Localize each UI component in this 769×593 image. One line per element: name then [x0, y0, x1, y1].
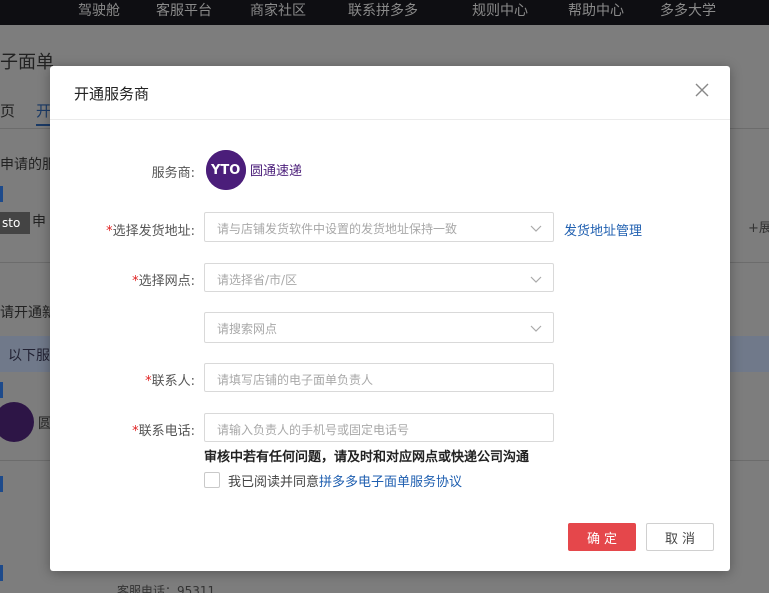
section-marker [0, 186, 3, 202]
ship-address-placeholder: 请与店铺发货软件中设置的发货地址保持一致 [217, 222, 458, 236]
ship-address-label: *选择发货地址: [106, 224, 195, 239]
top-navigation-bar: 驾驶舱 客服平台 商家社区 联系拼多多 规则中心 帮助中心 多多大学 [0, 0, 769, 25]
section-marker [0, 476, 3, 492]
outlet-label: *选择网点: [132, 274, 195, 289]
chevron-down-icon [530, 325, 542, 332]
region-select[interactable]: 请选择省/市/区 [204, 263, 554, 292]
phone-placeholder: 请输入负责人的手机号或固定电话号 [217, 423, 410, 437]
tab-left[interactable]: 页 [0, 100, 15, 121]
contact-input[interactable]: 请填写店铺的电子面单负责人 [204, 363, 554, 392]
confirm-button[interactable]: 确定 [568, 523, 636, 551]
contact-label: *联系人: [145, 374, 195, 389]
close-icon[interactable] [694, 82, 710, 98]
yto-logo: YTO [206, 150, 246, 190]
section-heading-open: 请开通新 [0, 305, 56, 321]
expand-link[interactable]: +展 [748, 217, 769, 236]
section-heading-applied: 申请的服 [0, 157, 56, 173]
chevron-down-icon [530, 225, 542, 232]
region-placeholder: 请选择省/市/区 [217, 273, 298, 287]
nav-item[interactable]: 规则中心 [472, 0, 528, 25]
agreement-link[interactable]: 拼多多电子面单服务协议 [319, 475, 462, 490]
provider-label: 服务商: [151, 166, 195, 181]
sto-logo: sto [0, 212, 30, 234]
nav-item[interactable]: 多多大学 [660, 0, 716, 25]
phone-label: *联系电话: [132, 424, 195, 439]
ship-address-select[interactable]: 请与店铺发货软件中设置的发货地址保持一致 [204, 212, 554, 242]
svg-text:YTO: YTO [210, 163, 240, 178]
section-marker [0, 382, 3, 398]
provider-name: 圆通速递 [250, 164, 303, 179]
outlet-search-placeholder: 请搜索网点 [217, 322, 278, 336]
open-provider-dialog: 开通服务商 服务商: YTO 圆通速递 *选择发货地址: 请与店铺发货软件中设置… [50, 66, 730, 571]
outlet-search-select[interactable]: 请搜索网点 [204, 312, 554, 343]
section-marker [0, 565, 3, 581]
dialog-title: 开通服务商 [74, 85, 150, 103]
tab-active[interactable]: 开 [36, 100, 51, 121]
nav-item[interactable]: 驾驶舱 [78, 0, 120, 25]
agreement-text: 我已阅读并同意拼多多电子面单服务协议 [228, 475, 463, 490]
nav-item[interactable]: 联系拼多多 [348, 0, 418, 25]
contact-placeholder: 请填写店铺的电子面单负责人 [217, 373, 374, 387]
page-title: 子面单 [0, 52, 54, 73]
phone-input[interactable]: 请输入负责人的手机号或固定电话号 [204, 413, 554, 442]
nav-item[interactable]: 商家社区 [250, 0, 306, 25]
service-phone: 客服电话：95311 [117, 584, 216, 593]
nav-item[interactable]: 帮助中心 [568, 0, 624, 25]
ship-address-manage-link[interactable]: 发货地址管理 [564, 220, 642, 239]
nav-item[interactable]: 客服平台 [156, 0, 212, 25]
notice-text: 以下服 [8, 348, 50, 364]
chevron-down-icon [530, 276, 542, 283]
agree-checkbox[interactable] [204, 472, 220, 488]
sto-name: 申 [32, 214, 46, 230]
cancel-button[interactable]: 取消 [646, 523, 714, 551]
review-warning: 审核中若有任何问题，请及时和对应网点或快递公司沟通 [204, 450, 530, 465]
dialog-header: 开通服务商 [50, 66, 730, 120]
